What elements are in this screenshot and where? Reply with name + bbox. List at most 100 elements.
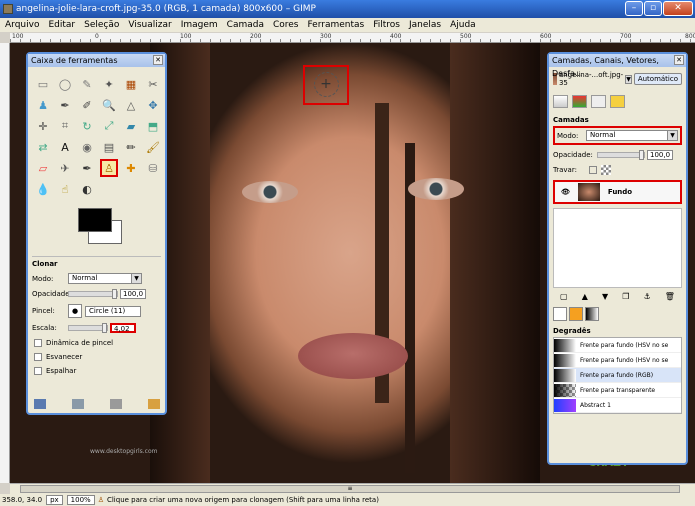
lock-pixels-checkbox[interactable] <box>589 166 597 174</box>
color-swatches[interactable] <box>78 206 165 256</box>
mirror-checkbox[interactable]: Espalhar <box>34 367 159 375</box>
measure-icon[interactable]: △ <box>122 96 140 114</box>
bucket-fill-icon[interactable]: ◉ <box>78 138 96 156</box>
gradient-item[interactable]: Frente para fundo (RGB) <box>554 368 681 383</box>
gradient-item[interactable]: Abstract 1 <box>554 398 681 413</box>
flip-icon[interactable]: ⇄ <box>34 138 52 156</box>
layer-mode-select[interactable]: Normal ▼ <box>586 130 678 141</box>
close-icon[interactable]: ✕ <box>674 55 684 65</box>
clone-icon[interactable]: ♙ <box>100 159 118 177</box>
airbrush-icon[interactable]: ✈ <box>56 159 74 177</box>
delete-options-icon[interactable] <box>110 399 122 409</box>
align-icon[interactable]: ✛ <box>34 117 52 135</box>
tab-layers[interactable] <box>553 95 568 108</box>
gradient-item[interactable]: Frente para fundo (HSV no se <box>554 353 681 368</box>
gradient-item[interactable]: Frente para fundo (HSV no se <box>554 338 681 353</box>
menu-ajuda[interactable]: Ajuda <box>450 20 476 30</box>
move-icon[interactable]: ✥ <box>144 96 162 114</box>
menu-visualizar[interactable]: Visualizar <box>128 20 171 30</box>
raise-layer-icon[interactable]: ▲ <box>582 292 588 301</box>
opacity-spinbox[interactable]: 100,0 <box>120 289 146 299</box>
chevron-down-icon[interactable]: ▼ <box>625 74 632 84</box>
eraser-icon[interactable]: ▱ <box>34 159 52 177</box>
perspective-icon[interactable]: ⬒ <box>144 117 162 135</box>
close-button[interactable]: ✕ <box>663 1 693 16</box>
smudge-icon[interactable]: ☝ <box>56 180 74 198</box>
text-icon[interactable]: A <box>56 138 74 156</box>
slider-knob[interactable] <box>639 150 644 160</box>
menu-cores[interactable]: Cores <box>273 20 299 30</box>
menu-arquivo[interactable]: Arquivo <box>5 20 39 30</box>
brush-preview-icon[interactable]: ● <box>68 304 82 318</box>
color-select-icon[interactable]: ▦ <box>122 75 140 93</box>
rotate-icon[interactable]: ↻ <box>78 117 96 135</box>
clone-source-marker[interactable]: + <box>303 65 349 105</box>
foreground-select-icon[interactable]: ♟ <box>34 96 52 114</box>
restore-options-icon[interactable] <box>72 399 84 409</box>
scissors-icon[interactable]: ✂ <box>144 75 162 93</box>
horizontal-scrollbar[interactable]: ≡ <box>10 483 695 494</box>
menu-ferramentas[interactable]: Ferramentas <box>308 20 365 30</box>
paintbrush-icon[interactable]: 🖌 <box>144 138 162 156</box>
checkbox-icon[interactable] <box>34 353 42 361</box>
eye-icon[interactable]: 👁 <box>561 188 570 196</box>
zoom-select[interactable]: 100% <box>66 495 95 505</box>
color-picker-icon[interactable]: ✐ <box>78 96 96 114</box>
scale-spinbox[interactable]: 4,02 <box>110 323 136 333</box>
heal-icon[interactable]: ✚ <box>122 159 140 177</box>
opacity-slider[interactable] <box>68 289 118 299</box>
auto-button[interactable]: Automático <box>633 73 682 85</box>
free-select-icon[interactable]: ✎ <box>78 75 96 93</box>
close-icon[interactable]: ✕ <box>153 55 163 65</box>
fuzzy-select-icon[interactable]: ✦ <box>100 75 118 93</box>
blend-icon[interactable]: ▤ <box>100 138 118 156</box>
checkbox-icon[interactable] <box>34 367 42 375</box>
maximize-button[interactable]: ▫ <box>644 1 662 16</box>
dodge-burn-icon[interactable]: ◐ <box>78 180 96 198</box>
tab-brushes[interactable] <box>553 307 567 321</box>
foreground-color[interactable] <box>78 208 112 232</box>
slider-knob[interactable] <box>102 323 107 333</box>
gradient-item[interactable]: Frente para transparente <box>554 383 681 398</box>
blur-icon[interactable]: 💧 <box>34 180 52 198</box>
save-options-icon[interactable] <box>34 399 46 409</box>
duplicate-layer-icon[interactable]: ❐ <box>622 292 629 301</box>
vertical-ruler[interactable] <box>0 43 10 483</box>
fade-checkbox[interactable]: Esvanecer <box>34 353 159 361</box>
zoom-icon[interactable]: 🔍 <box>100 96 118 114</box>
lock-alpha-icon[interactable] <box>601 165 611 175</box>
crop-icon[interactable]: ⌗ <box>56 117 74 135</box>
tab-patterns[interactable] <box>569 307 583 321</box>
tab-gradients[interactable] <box>585 307 599 321</box>
tab-channels[interactable] <box>572 95 587 108</box>
scale-icon[interactable]: ⤢ <box>100 117 118 135</box>
tab-undo[interactable] <box>610 95 625 108</box>
layer-row-fundo[interactable]: 👁 Fundo <box>553 180 682 204</box>
rect-select-icon[interactable]: ▭ <box>34 75 52 93</box>
ink-icon[interactable]: ✒ <box>78 159 96 177</box>
pencil-icon[interactable]: ✏ <box>122 138 140 156</box>
paths-icon[interactable]: ✒ <box>56 96 74 114</box>
slider-knob[interactable] <box>112 289 117 299</box>
menu-editar[interactable]: Editar <box>48 20 75 30</box>
lower-layer-icon[interactable]: ▼ <box>602 292 608 301</box>
shear-icon[interactable]: ▰ <box>122 117 140 135</box>
menu-janelas[interactable]: Janelas <box>409 20 441 30</box>
expander-icon[interactable] <box>34 339 42 347</box>
menu-filtros[interactable]: Filtros <box>373 20 400 30</box>
brush-dynamics-expander[interactable]: Dinâmica de pincel <box>34 339 159 347</box>
anchor-layer-icon[interactable]: ⚓ <box>643 292 650 301</box>
menu-imagem[interactable]: Imagem <box>181 20 218 30</box>
tab-paths[interactable] <box>591 95 606 108</box>
ellipse-select-icon[interactable]: ◯ <box>56 75 74 93</box>
minimize-button[interactable]: – <box>625 1 643 16</box>
scrollbar-thumb[interactable]: ≡ <box>20 485 680 493</box>
unit-select[interactable]: px <box>46 495 63 505</box>
brush-select[interactable]: Circle (11) <box>85 305 141 317</box>
scale-slider[interactable] <box>68 323 108 333</box>
layer-opacity-spinbox[interactable]: 100,0 <box>647 150 673 160</box>
mode-select[interactable]: Normal ▼ <box>68 273 142 284</box>
reset-options-icon[interactable] <box>148 399 160 409</box>
perspective-clone-icon[interactable]: ⛁ <box>144 159 162 177</box>
layer-opacity-slider[interactable] <box>597 150 645 160</box>
